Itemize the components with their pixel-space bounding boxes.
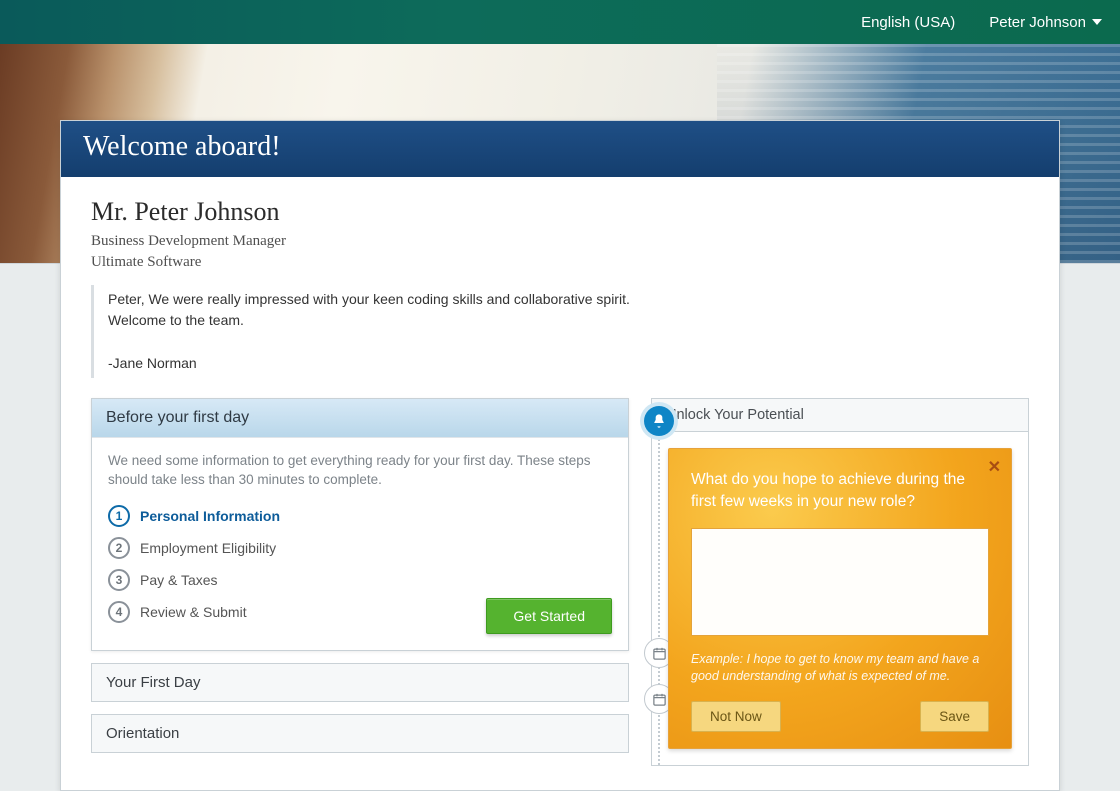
panel-before-desc: We need some information to get everythi… (108, 452, 612, 490)
save-button[interactable]: Save (920, 701, 989, 732)
goal-question: What do you hope to achieve during the f… (691, 469, 989, 514)
step-pay-taxes[interactable]: 3 Pay & Taxes (108, 564, 612, 596)
goal-prompt-card: ✕ What do you hope to achieve during the… (668, 448, 1012, 749)
step-personal-info[interactable]: 1 Personal Information (108, 500, 612, 532)
employee-company: Ultimate Software (91, 254, 1029, 271)
panel-orientation[interactable]: Orientation (91, 714, 629, 753)
step-number-1: 1 (108, 505, 130, 527)
employee-role: Business Development Manager (91, 233, 1029, 250)
step-label: Personal Information (140, 508, 280, 524)
welcome-line1: Peter, We were really impressed with you… (108, 289, 651, 310)
step-employment-eligibility[interactable]: 2 Employment Eligibility (108, 532, 612, 564)
potential-body: ✕ What do you hope to achieve during the… (651, 431, 1029, 766)
welcome-message: Peter, We were really impressed with you… (91, 285, 651, 378)
potential-header: Unlock Your Potential (651, 398, 1029, 431)
panel-first-day[interactable]: Your First Day (91, 663, 629, 702)
step-label: Pay & Taxes (140, 572, 218, 588)
step-label: Review & Submit (140, 604, 247, 620)
chevron-down-icon (1092, 19, 1102, 25)
goal-textarea[interactable] (691, 528, 989, 636)
welcome-line2: Welcome to the team. (108, 310, 651, 331)
step-number-4: 4 (108, 601, 130, 623)
card-title: Welcome aboard! (61, 121, 1059, 177)
panel-before-first-day: Before your first day We need some infor… (91, 398, 629, 651)
welcome-signature: -Jane Norman (108, 353, 651, 374)
panel-head-orientation: Orientation (92, 715, 628, 752)
potential-column: Unlock Your Potential ✕ What do you hope… (651, 398, 1029, 766)
onboarding-card: Welcome aboard! Mr. Peter Johnson Busine… (60, 120, 1060, 791)
panel-head-before[interactable]: Before your first day (92, 399, 628, 438)
step-label: Employment Eligibility (140, 540, 276, 556)
language-label: English (USA) (861, 14, 955, 31)
panel-head-first-day: Your First Day (92, 664, 628, 701)
get-started-button[interactable]: Get Started (486, 598, 612, 634)
language-selector[interactable]: English (USA) (861, 14, 955, 31)
employee-name: Mr. Peter Johnson (91, 197, 1029, 227)
goal-example: Example: I hope to get to know my team a… (691, 651, 989, 685)
top-nav: English (USA) Peter Johnson (0, 0, 1120, 44)
close-icon[interactable]: ✕ (988, 457, 1001, 477)
not-now-button[interactable]: Not Now (691, 701, 781, 732)
step-number-2: 2 (108, 537, 130, 559)
user-menu[interactable]: Peter Johnson (989, 14, 1102, 31)
step-number-3: 3 (108, 569, 130, 591)
user-name: Peter Johnson (989, 14, 1086, 31)
tasks-column: Before your first day We need some infor… (91, 398, 629, 765)
bell-icon[interactable] (644, 406, 674, 436)
